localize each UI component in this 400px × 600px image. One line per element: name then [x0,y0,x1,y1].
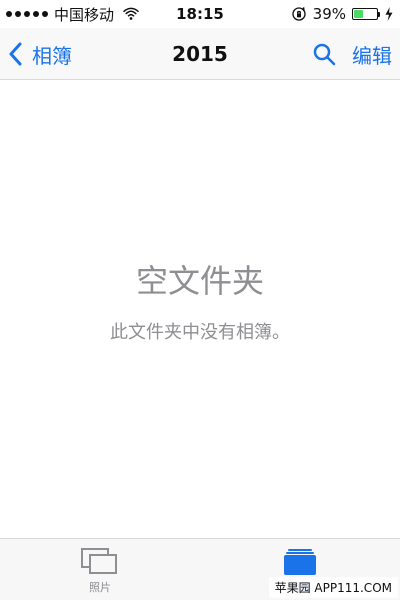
nav-actions: 编辑 [312,38,392,70]
battery-percent: 39% [312,5,346,23]
signal-dot-icon [42,11,48,17]
albums-icon [284,549,316,575]
back-button[interactable]: 相簿 [8,38,72,70]
empty-folder-title: 空文件夹 [135,262,264,300]
status-bar: 中国移动 18:15 39% [0,0,400,28]
charging-bolt-icon [385,7,393,21]
empty-folder-subtitle: 此文件夹中没有相簿。 [110,322,290,343]
chevron-left-icon [9,42,22,66]
tab-photos-label: 照片 [89,581,111,594]
photos-icon [81,548,117,574]
wifi-icon [122,7,140,20]
signal-dot-icon [33,11,39,17]
signal-dot-icon [6,11,12,17]
battery-level-fill [354,10,363,18]
status-right: 39% [291,5,394,23]
back-label: 相簿 [32,43,72,68]
signal-dot-icon [15,11,21,17]
carrier-label: 中国移动 [54,5,115,24]
battery-icon [352,8,380,20]
search-icon[interactable] [312,42,336,66]
content-area: 空文件夹 此文件夹中没有相簿。 [0,80,400,538]
edit-button[interactable]: 编辑 [352,40,392,69]
signal-dot-icon [24,11,30,17]
navigation-bar: 相簿 2015 编辑 [0,28,400,80]
tab-photos[interactable]: 照片 [60,547,140,595]
watermark-label: 苹果园 APP111.COM [268,577,398,598]
signal-strength-icon [6,11,48,17]
rotation-lock-icon [291,6,306,21]
